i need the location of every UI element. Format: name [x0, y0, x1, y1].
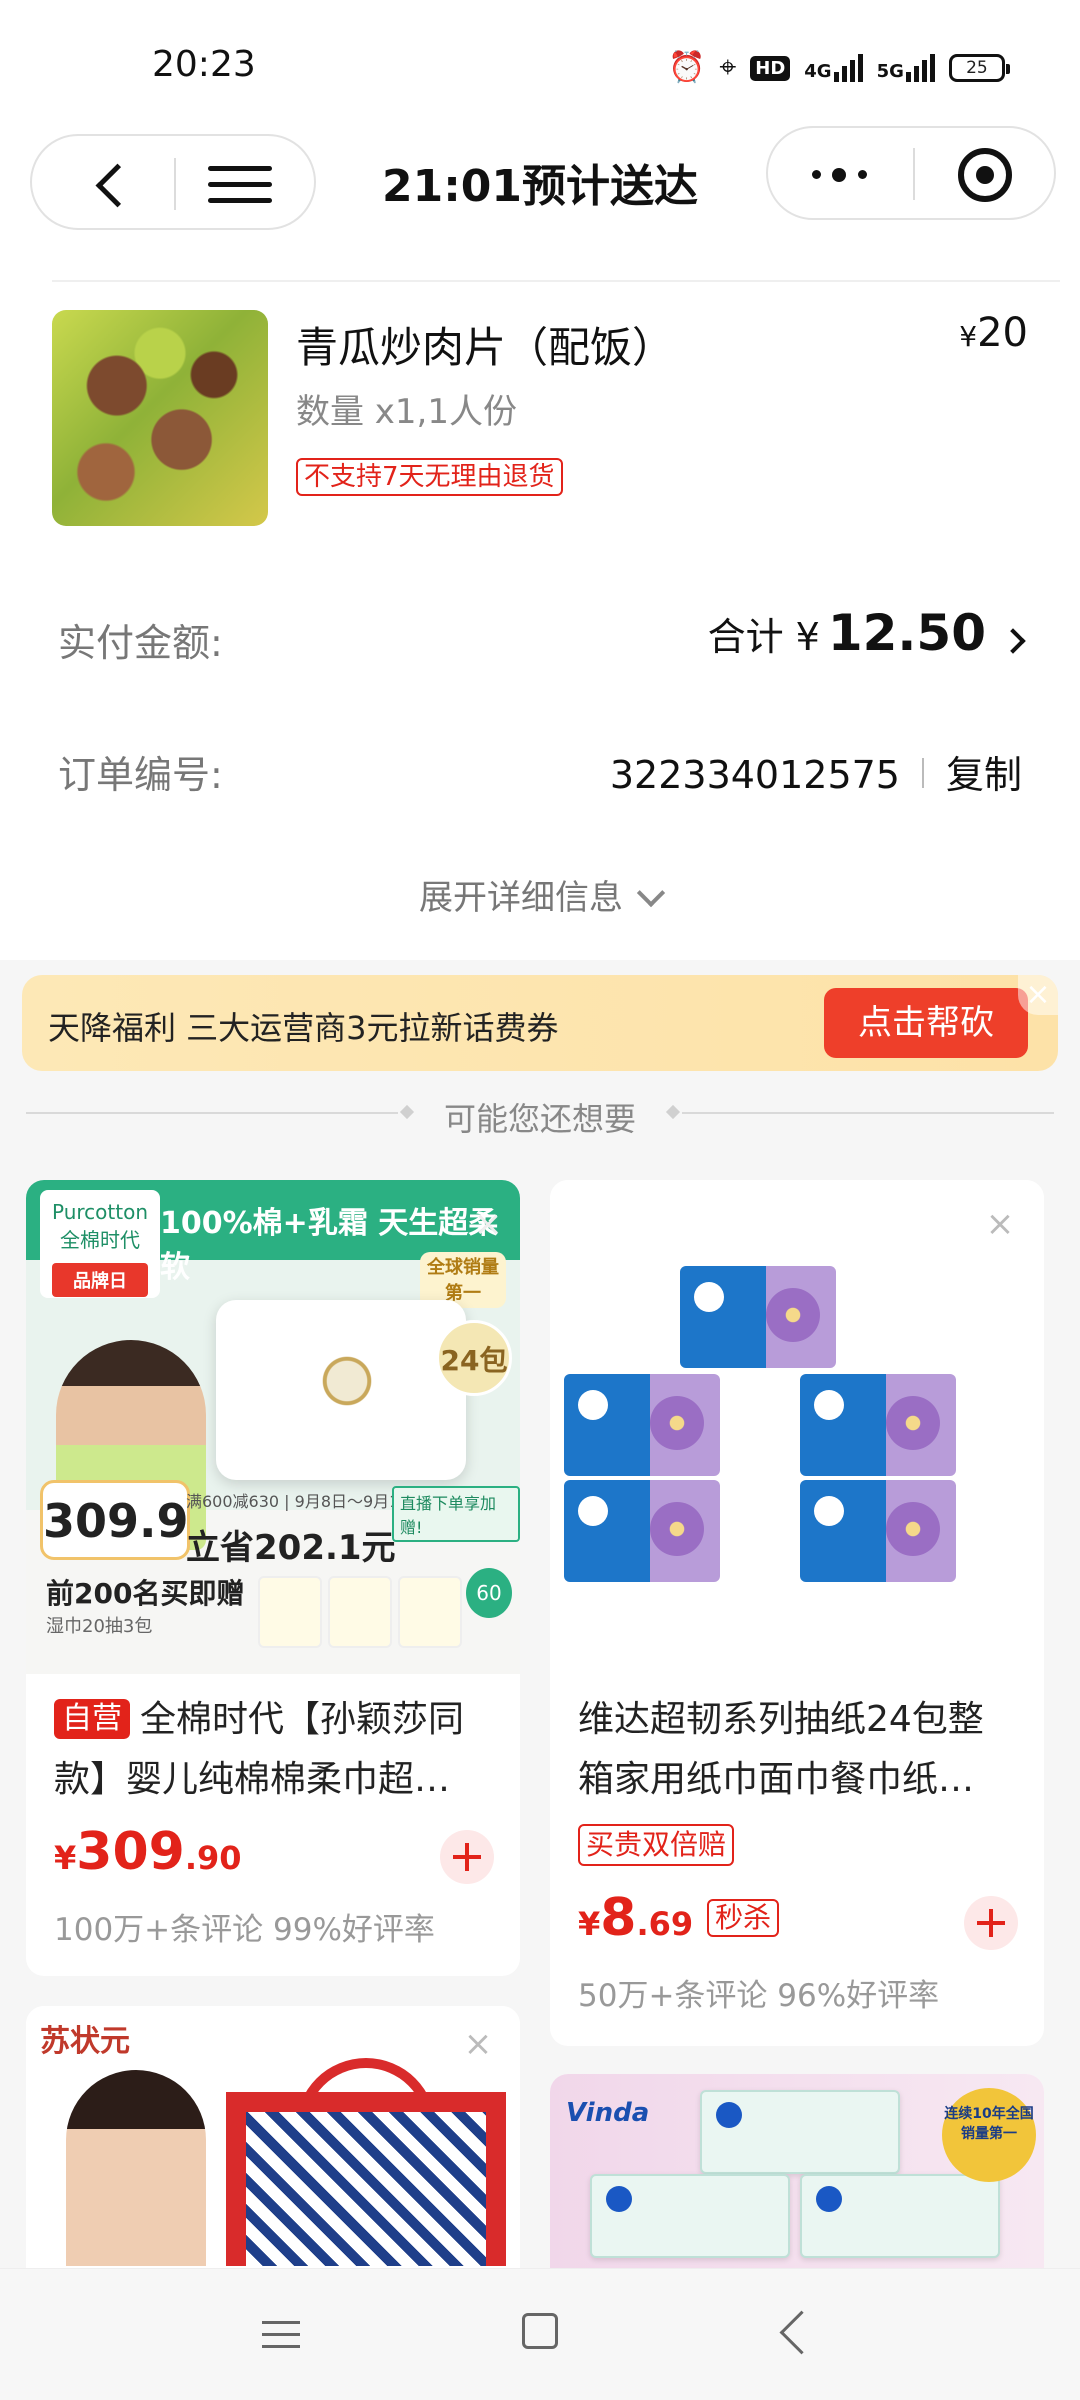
- image-gift-text: 前200名买即赠: [46, 1577, 245, 1610]
- product-title[interactable]: 维达超韧系列抽纸24包整箱家用纸巾面巾餐巾纸…: [578, 1690, 1018, 1810]
- expand-label: 展开详细信息: [419, 878, 623, 918]
- image-live-tag: 直播下单享加赠!: [392, 1486, 520, 1542]
- tissue-box: [800, 1480, 956, 1582]
- nav-divider: [174, 158, 176, 210]
- payment-label: 实付金额:: [58, 621, 223, 665]
- recent-apps-icon[interactable]: [262, 2319, 300, 2351]
- add-to-cart-button[interactable]: [440, 1830, 494, 1884]
- total-amount: 12.50: [827, 604, 986, 662]
- tissue-box: [680, 1266, 836, 1368]
- brand-logo: Purcotton 全棉时代 品牌日: [40, 1190, 160, 1298]
- self-operated-tag: 自营: [54, 1699, 130, 1739]
- tissue-box: [564, 1480, 720, 1582]
- product-card[interactable]: × 维达超韧系列抽纸24包整箱家用纸巾面巾餐巾纸… 买贵双倍赔 ¥8.69 秒杀 …: [550, 1180, 1044, 2046]
- image-gift-pack: [258, 1576, 322, 1648]
- status-bar: 20:23 ⏰ ⌖ HD 4G 5G 25: [0, 0, 1080, 120]
- product-price: ¥8.69 秒杀: [578, 1888, 780, 1948]
- chevron-right-icon: [1000, 628, 1026, 654]
- tissue-pack: [590, 2174, 790, 2258]
- dish-quantity: 数量 x1,1人份: [296, 392, 517, 432]
- image-count-badge: 24包: [436, 1320, 512, 1396]
- card-close-icon[interactable]: ×: [472, 1207, 504, 1241]
- app-root: 20:23 ⏰ ⌖ HD 4G 5G 25 21:01预计送达 青瓜炒肉片（配饭…: [0, 0, 1080, 2400]
- image-gift-box: [226, 2092, 506, 2266]
- alarm-icon: ⏰: [668, 50, 706, 85]
- tissue-box: [800, 1374, 956, 1476]
- system-back-icon[interactable]: [780, 2311, 820, 2351]
- order-detail-section: 20:23 ⏰ ⌖ HD 4G 5G 25 21:01预计送达 青瓜炒肉片（配饭…: [0, 0, 1080, 960]
- product-card[interactable]: Purcotton 全棉时代 品牌日 100%棉+乳霜 天生超柔软 全球销量第一 2…: [26, 1180, 520, 1976]
- product-image[interactable]: ×: [550, 1180, 1044, 1674]
- system-nav-bar: [0, 2268, 1080, 2400]
- dish-price-value: 20: [977, 310, 1028, 356]
- promo-button[interactable]: 点击帮砍: [824, 988, 1028, 1058]
- product-image[interactable]: Purcotton 全棉时代 品牌日 100%棉+乳霜 天生超柔软 全球销量第一 2…: [26, 1180, 520, 1674]
- image-save-note: 满600减630 | 9月8日～9月14日: [186, 1492, 426, 1511]
- back-icon[interactable]: [82, 156, 138, 212]
- status-time: 20:23: [152, 44, 256, 85]
- image-save-text: 立省202.1元: [186, 1528, 396, 1568]
- double-compensation-tag: 买贵双倍赔: [578, 1824, 735, 1866]
- status-icons: ⏰ ⌖ HD 4G 5G 25: [668, 50, 1010, 86]
- card-close-icon[interactable]: ×: [984, 1207, 1016, 1241]
- product-image[interactable]: Vinda 连续10年全国销量第一: [550, 2074, 1044, 2274]
- mini-program-capsule: [766, 126, 1056, 220]
- close-mini-program-icon[interactable]: [958, 148, 1012, 202]
- signal-5g-icon: 5G: [877, 54, 935, 82]
- dish-image[interactable]: [52, 310, 268, 526]
- image-gift-pack: [398, 1576, 462, 1648]
- product-image[interactable]: 苏状元 ×: [26, 2006, 520, 2266]
- order-number-row: 订单编号: 322334012575 复制: [58, 744, 1022, 799]
- tissue-pack: [700, 2090, 900, 2174]
- image-hand-price: 309.9: [40, 1480, 190, 1560]
- add-to-cart-button[interactable]: [964, 1896, 1018, 1950]
- page-title: 21:01预计送达: [381, 161, 699, 212]
- capsule-divider: [913, 148, 915, 200]
- no-return-tag: 不支持7天无理由退货: [296, 458, 563, 496]
- tissue-box: [564, 1374, 720, 1476]
- image-person: [66, 2070, 206, 2266]
- total-prefix: 合计 ¥: [707, 615, 820, 659]
- product-reviews: 50万+条评论 96%好评率: [578, 1978, 940, 2014]
- card-close-icon[interactable]: ×: [462, 2027, 494, 2061]
- image-gift-sub: 湿巾20抽3包: [46, 1616, 153, 1637]
- product-reviews: 100万+条评论 99%好评率: [54, 1912, 435, 1948]
- copy-button[interactable]: 复制: [946, 744, 1022, 799]
- dish-price: ¥20: [959, 310, 1028, 356]
- order-number-value: 322334012575: [609, 753, 900, 797]
- recommend-title: 可能您还想要: [443, 1100, 636, 1138]
- flash-sale-tag: 秒杀: [707, 1899, 780, 1937]
- chevron-down-icon: [636, 878, 666, 908]
- product-title[interactable]: 自营 全棉时代【孙颖莎同款】婴儿纯棉棉柔巾超…: [54, 1690, 494, 1810]
- menu-icon[interactable]: [208, 160, 274, 208]
- nav-pill: [30, 134, 316, 230]
- sales-medal: 连续10年全国销量第一: [942, 2088, 1036, 2182]
- image-product-pack: [216, 1300, 466, 1480]
- signal-4g-icon: 4G: [804, 54, 863, 82]
- currency-symbol: ¥: [959, 320, 978, 353]
- copy-divider: [921, 758, 924, 788]
- product-price: ¥309.90: [54, 1822, 242, 1882]
- banner-close-icon[interactable]: ×: [1018, 975, 1058, 1015]
- order-number-label: 订单编号:: [58, 753, 223, 797]
- promo-banner[interactable]: 天降福利 三大运营商3元拉新话费券 点击帮砍 ×: [22, 975, 1058, 1071]
- promo-text: 天降福利 三大运营商3元拉新话费券: [48, 1009, 559, 1047]
- tissue-pack: [800, 2174, 1000, 2258]
- hd-icon: HD: [750, 55, 791, 81]
- brand-logo: Vinda: [566, 2098, 650, 2128]
- brand-logo: 苏状元: [40, 2024, 130, 2059]
- header-divider: [52, 280, 1060, 282]
- home-icon[interactable]: [522, 2313, 558, 2349]
- image-gift-badge: 60: [466, 1568, 512, 1618]
- image-gift-pack: [328, 1576, 392, 1648]
- battery-icon: 25: [948, 54, 1010, 82]
- payment-row[interactable]: 实付金额: 合计 ¥ 12.50: [58, 604, 1026, 667]
- expand-details[interactable]: 展开详细信息: [0, 870, 1080, 919]
- more-icon[interactable]: [808, 148, 878, 200]
- dish-name[interactable]: 青瓜炒肉片（配饭）: [296, 314, 674, 375]
- location-icon: ⌖: [719, 50, 737, 85]
- recommend-divider: 可能您还想要: [26, 1090, 1054, 1138]
